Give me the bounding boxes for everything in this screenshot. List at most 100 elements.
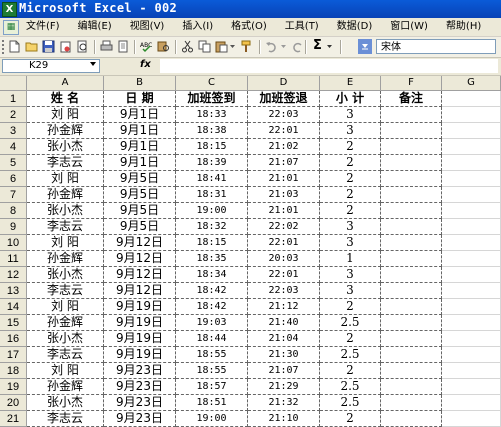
cell-a4[interactable]: 张小杰: [27, 139, 104, 155]
cell-e8[interactable]: 2: [320, 203, 381, 219]
undo-icon[interactable]: [265, 40, 278, 53]
cell-a9[interactable]: 李志云: [27, 219, 104, 235]
autosum-dropdown-icon[interactable]: [327, 45, 332, 49]
select-all-corner[interactable]: [0, 76, 27, 91]
cell-g6[interactable]: [442, 171, 501, 187]
cell-f19[interactable]: [381, 379, 442, 395]
row-header[interactable]: 16: [0, 331, 27, 347]
cell-f16[interactable]: [381, 331, 442, 347]
cell-e1[interactable]: 小 计: [320, 91, 381, 107]
cell-g4[interactable]: [442, 139, 501, 155]
cell-b12[interactable]: 9月12日: [104, 267, 176, 283]
row-header[interactable]: 10: [0, 235, 27, 251]
cell-g21[interactable]: [442, 411, 501, 427]
cell-a15[interactable]: 孙金辉: [27, 315, 104, 331]
cell-d15[interactable]: 21:40: [248, 315, 320, 331]
cell-c7[interactable]: 18:31: [176, 187, 248, 203]
cell-e11[interactable]: 1: [320, 251, 381, 267]
column-header-d[interactable]: D: [248, 76, 320, 91]
cell-c4[interactable]: 18:15: [176, 139, 248, 155]
cell-e21[interactable]: 2: [320, 411, 381, 427]
cell-f9[interactable]: [381, 219, 442, 235]
cell-c17[interactable]: 18:55: [176, 347, 248, 363]
row-header[interactable]: 2: [0, 107, 27, 123]
cell-c19[interactable]: 18:57: [176, 379, 248, 395]
cell-e13[interactable]: 3: [320, 283, 381, 299]
cell-c16[interactable]: 18:44: [176, 331, 248, 347]
row-header[interactable]: 12: [0, 267, 27, 283]
cell-c12[interactable]: 18:34: [176, 267, 248, 283]
cell-a14[interactable]: 刘 阳: [27, 299, 104, 315]
cell-b6[interactable]: 9月5日: [104, 171, 176, 187]
cell-a10[interactable]: 刘 阳: [27, 235, 104, 251]
cell-c8[interactable]: 19:00: [176, 203, 248, 219]
column-header-f[interactable]: F: [381, 76, 442, 91]
cell-g10[interactable]: [442, 235, 501, 251]
column-header-c[interactable]: C: [176, 76, 248, 91]
cell-c15[interactable]: 19:03: [176, 315, 248, 331]
cell-g13[interactable]: [442, 283, 501, 299]
excel-app-icon[interactable]: X: [2, 2, 17, 17]
cell-c21[interactable]: 19:00: [176, 411, 248, 427]
row-header[interactable]: 5: [0, 155, 27, 171]
cell-d11[interactable]: 20:03: [248, 251, 320, 267]
menu-item[interactable]: 窗口(W): [390, 18, 434, 36]
cell-g8[interactable]: [442, 203, 501, 219]
cell-f10[interactable]: [381, 235, 442, 251]
cell-b7[interactable]: 9月5日: [104, 187, 176, 203]
cell-e4[interactable]: 2: [320, 139, 381, 155]
cell-a5[interactable]: 李志云: [27, 155, 104, 171]
cell-d6[interactable]: 21:01: [248, 171, 320, 187]
cell-g18[interactable]: [442, 363, 501, 379]
research-icon[interactable]: [157, 40, 170, 53]
workbook-menu-icon[interactable]: ▦: [3, 20, 19, 35]
menu-item[interactable]: 帮助(H): [446, 18, 487, 36]
cell-a3[interactable]: 孙金辉: [27, 123, 104, 139]
cell-f20[interactable]: [381, 395, 442, 411]
cell-c9[interactable]: 18:32: [176, 219, 248, 235]
format-painter-icon[interactable]: [240, 40, 253, 53]
insert-function-icon[interactable]: fx: [140, 59, 151, 70]
row-header[interactable]: 6: [0, 171, 27, 187]
cell-a11[interactable]: 孙金辉: [27, 251, 104, 267]
menu-item[interactable]: 文件(F): [26, 18, 66, 36]
new-icon[interactable]: [8, 40, 21, 53]
cell-a19[interactable]: 孙金辉: [27, 379, 104, 395]
cell-f4[interactable]: [381, 139, 442, 155]
cell-g11[interactable]: [442, 251, 501, 267]
print-preview-2-icon[interactable]: [117, 40, 130, 53]
row-header[interactable]: 4: [0, 139, 27, 155]
name-box-dropdown-icon[interactable]: [90, 62, 96, 66]
cell-f18[interactable]: [381, 363, 442, 379]
cell-a7[interactable]: 孙金辉: [27, 187, 104, 203]
cell-d16[interactable]: 21:04: [248, 331, 320, 347]
cell-e17[interactable]: 2.5: [320, 347, 381, 363]
paste-icon[interactable]: [215, 40, 228, 53]
cell-a18[interactable]: 刘 阳: [27, 363, 104, 379]
cell-b4[interactable]: 9月1日: [104, 139, 176, 155]
cell-b9[interactable]: 9月5日: [104, 219, 176, 235]
cell-e5[interactable]: 2: [320, 155, 381, 171]
cell-b1[interactable]: 日 期: [104, 91, 176, 107]
cell-g14[interactable]: [442, 299, 501, 315]
cell-d21[interactable]: 21:10: [248, 411, 320, 427]
cell-g12[interactable]: [442, 267, 501, 283]
cell-g19[interactable]: [442, 379, 501, 395]
worksheet-grid[interactable]: ABCDEFG 1姓 名日 期加班签到 加班签退小 计备注 2 刘 阳 9月1日 18:3…: [0, 76, 501, 427]
cell-f15[interactable]: [381, 315, 442, 331]
column-header-a[interactable]: A: [27, 76, 104, 91]
cell-a13[interactable]: 李志云: [27, 283, 104, 299]
spelling-icon[interactable]: ABC: [140, 40, 153, 53]
cell-d19[interactable]: 21:29: [248, 379, 320, 395]
cell-b11[interactable]: 9月12日: [104, 251, 176, 267]
cell-c13[interactable]: 18:42: [176, 283, 248, 299]
cell-b13[interactable]: 9月12日: [104, 283, 176, 299]
menu-item[interactable]: 格式(O): [231, 18, 273, 36]
cell-f5[interactable]: [381, 155, 442, 171]
cell-f2[interactable]: [381, 107, 442, 123]
cell-b20[interactable]: 9月23日: [104, 395, 176, 411]
cell-g20[interactable]: [442, 395, 501, 411]
paste-dropdown-icon[interactable]: [230, 45, 235, 49]
cell-a1[interactable]: 姓 名: [27, 91, 104, 107]
cell-d4[interactable]: 21:02: [248, 139, 320, 155]
